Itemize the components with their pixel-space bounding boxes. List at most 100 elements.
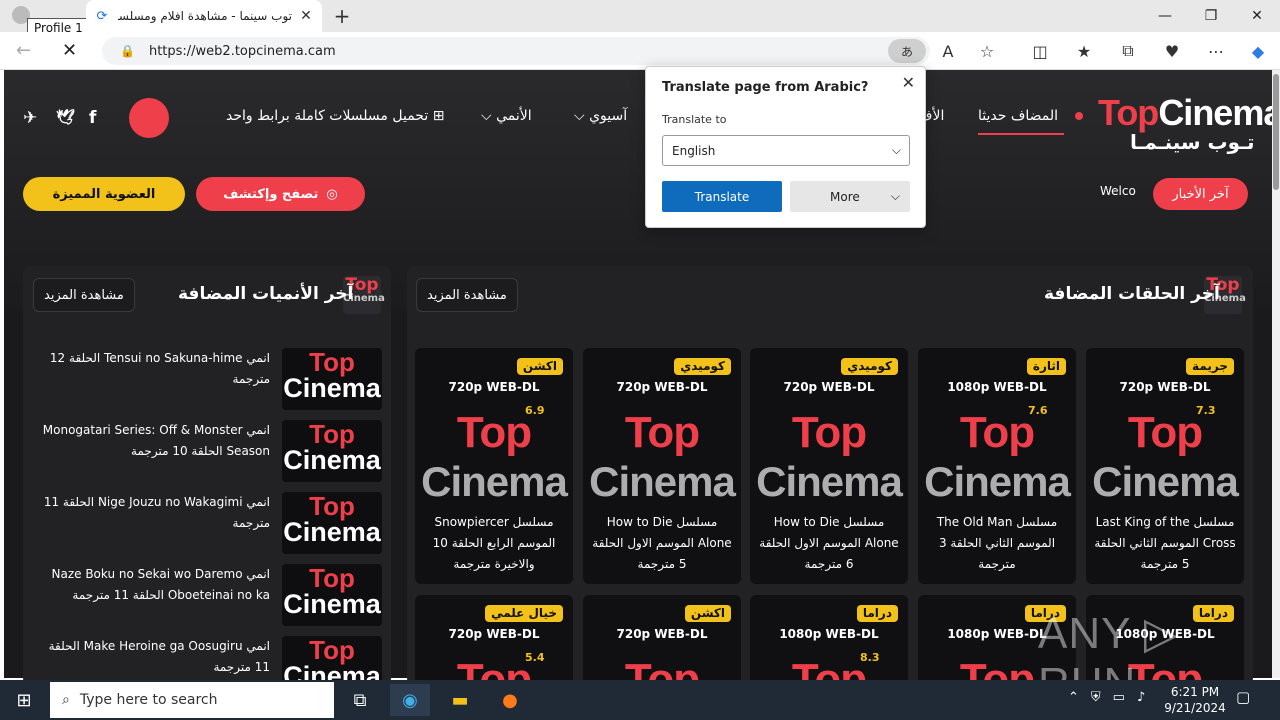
- tab-close-icon[interactable]: ✕: [298, 8, 314, 24]
- thumb-logo-bottom: Cinema: [283, 373, 381, 403]
- anime-title[interactable]: انمي Naze Boku no Sekai wo Daremo Oboete…: [34, 564, 271, 606]
- firefox-icon[interactable]: ●: [490, 684, 530, 716]
- anime-thumbnail[interactable]: Top Cinema: [282, 492, 382, 554]
- genre-badge: كوميدي: [674, 358, 731, 375]
- episode-card[interactable]: خيال علمي720p WEB-DL5.4TopCinema: [415, 595, 573, 685]
- more-menu-icon[interactable]: ⋯: [1204, 40, 1228, 62]
- more-options-button[interactable]: More ⌵: [790, 181, 910, 212]
- translate-icon[interactable]: あ: [888, 39, 926, 63]
- restore-button[interactable]: ❐: [1188, 0, 1234, 32]
- favorite-star-icon[interactable]: ☆: [975, 40, 999, 62]
- thumb-logo-bottom: Cinema: [283, 445, 381, 475]
- notification-icon[interactable]: ▢: [1236, 688, 1250, 706]
- genre-badge: كوميدي: [841, 358, 898, 375]
- browse-label: تصفح وإكتشف: [223, 186, 319, 202]
- chevron-up-icon[interactable]: ⌃: [1068, 690, 1079, 705]
- logo-arabic: تـوب سينـمـا: [1130, 130, 1255, 154]
- favorites-icon[interactable]: ★: [1072, 40, 1096, 62]
- browse-button[interactable]: تصفح وإكتشف ◎: [196, 177, 365, 211]
- poster-logo-bottom: Cinema: [756, 458, 903, 505]
- security-icon[interactable]: ⛨: [1091, 690, 1101, 705]
- thumb-logo-top: Top: [309, 348, 355, 377]
- nav-anime[interactable]: ⌵ الأنمي: [481, 108, 532, 124]
- nav-recently-added[interactable]: المضاف حديثا: [978, 108, 1058, 124]
- language-select[interactable]: English ⌵: [662, 135, 910, 166]
- anime-more-button[interactable]: مشاهدة المزيد: [33, 278, 135, 312]
- episode-title: مسلسل Snowpiercer الموسم الرابع الحلقة 1…: [432, 515, 556, 571]
- quality-label: 720p WEB-DL: [1119, 380, 1211, 394]
- download-icon: ⊞: [432, 108, 445, 124]
- anime-list-item[interactable]: Top Cinema انمي Nige Jouzu no Wakagimi الح…: [34, 492, 382, 556]
- poster-logo-bottom: Cinema: [924, 458, 1071, 505]
- read-aloud-icon[interactable]: A: [936, 40, 960, 62]
- anime-list-item[interactable]: Top Cinema انمي Tensui no Sakuna-hime الحل…: [34, 348, 382, 412]
- news-ticker: Welco: [1100, 184, 1136, 198]
- nav-download-series[interactable]: تحميل مسلسلات كاملة برابط واحد ⊞: [226, 108, 444, 124]
- stop-loading-icon[interactable]: ✕: [62, 40, 77, 61]
- url-field[interactable]: 🔒 https://web2.topcinema.cam: [102, 37, 930, 65]
- close-window-button[interactable]: ✕: [1234, 0, 1280, 32]
- episode-card[interactable]: اثارة 1080p WEB-DL 7.6 Top Cinema مسلسل The O…: [918, 348, 1076, 584]
- membership-button[interactable]: العضوية المميزة: [23, 177, 185, 211]
- poster-logo-top: Top: [456, 408, 532, 457]
- episode-title: مسلسل How to Die Alone الموسم الاول الحل…: [759, 515, 899, 571]
- scrollbar-thumb[interactable]: [1273, 74, 1279, 190]
- anime-list-item[interactable]: Top Cinema انمي Naze Boku no Sekai wo Dare…: [34, 564, 382, 628]
- twitter-icon[interactable]: 🕊: [56, 108, 75, 126]
- episode-card[interactable]: كوميدي 720p WEB-DL Top Cinema مسلسل How to D…: [750, 348, 908, 584]
- volume-icon[interactable]: ♪: [1137, 690, 1145, 705]
- close-icon[interactable]: ✕: [902, 73, 915, 92]
- new-tab-button[interactable]: +: [330, 4, 354, 28]
- user-avatar[interactable]: [129, 98, 169, 138]
- site-logo[interactable]: TopCinema: [1098, 92, 1280, 134]
- episode-card[interactable]: دراما1080p WEB-DL8.3TopCinema: [750, 595, 908, 685]
- anime-title[interactable]: انمي Tensui no Sakuna-hime الحلقة 12 متر…: [34, 348, 270, 390]
- anime-list-item[interactable]: Top Cinema انمي Monogatari Series: Off & M…: [34, 420, 382, 484]
- nav-asian[interactable]: ⌵ آسيوي: [574, 108, 627, 124]
- clock-date: 9/21/2024: [1164, 701, 1226, 715]
- chevron-down-icon: ⌵: [481, 108, 492, 124]
- network-icon[interactable]: ▭: [1113, 690, 1125, 705]
- episodes-more-button[interactable]: مشاهدة المزيد: [416, 278, 518, 312]
- anime-title[interactable]: انمي Monogatari Series: Off & Monster Se…: [34, 420, 270, 462]
- thumb-logo-top: Top: [309, 420, 355, 449]
- edge-icon[interactable]: ◉: [390, 684, 430, 716]
- episode-card[interactable]: اكشن720p WEB-DLTopCinema: [583, 595, 741, 685]
- genre-badge: اكشن: [516, 358, 563, 375]
- latest-news-button[interactable]: آخر الأخبار: [1153, 178, 1248, 210]
- taskbar-search[interactable]: ⌕ Type here to search: [50, 682, 334, 718]
- task-view-icon[interactable]: ⧉: [340, 684, 380, 716]
- anime-thumbnail[interactable]: Top Cinema: [282, 348, 382, 410]
- anime-thumbnail[interactable]: Top Cinema: [282, 420, 382, 482]
- episode-card[interactable]: جريمة 720p WEB-DL 7.3 Top Cinema مسلسل Last K…: [1086, 348, 1244, 584]
- clock-time: 6:21 PM: [1170, 685, 1220, 699]
- anime-title[interactable]: انمي Nige Jouzu no Wakagimi الحلقة 11 مت…: [34, 492, 270, 534]
- window-controls: — ❐ ✕: [1142, 0, 1280, 32]
- episode-card[interactable]: كوميدي 720p WEB-DL Top Cinema مسلسل How to D…: [583, 348, 741, 584]
- minimize-button[interactable]: —: [1142, 0, 1188, 32]
- episode-card[interactable]: اكشن 720p WEB-DL 6.9 Top Cinema مسلسل Snowpie…: [415, 348, 573, 584]
- browser-tab[interactable]: ⟳ توب سينما - مشاهدة افلام ومسلسلات ✕: [86, 0, 322, 32]
- windows-start-icon[interactable]: ⊞: [0, 680, 48, 720]
- poster-logo-top: Top: [959, 408, 1035, 457]
- poster-logo-top: Top: [791, 408, 867, 457]
- compass-icon: ◎: [326, 186, 338, 202]
- file-explorer-icon[interactable]: ▬: [440, 684, 480, 716]
- quality-label: 720p WEB-DL: [783, 380, 875, 394]
- anime-thumbnail[interactable]: Top Cinema: [282, 564, 382, 626]
- collections-icon[interactable]: ⧉: [1116, 40, 1140, 62]
- facebook-icon[interactable]: f: [89, 108, 96, 128]
- telegram-icon[interactable]: ✈: [23, 108, 37, 128]
- split-screen-icon[interactable]: ◫: [1028, 40, 1052, 62]
- taskbar-clock[interactable]: 6:21 PM 9/21/2024: [1160, 684, 1230, 716]
- genre-badge: جريمة: [1186, 358, 1234, 375]
- thumb-logo-bottom: Cinema: [283, 517, 381, 547]
- episode-title: مسلسل The Old Man الموسم الثاني الحلقة 3…: [936, 515, 1058, 571]
- back-icon[interactable]: ←: [16, 40, 31, 61]
- anime-title[interactable]: انمي Make Heroine ga Oosugiru الحلقة 11 …: [34, 636, 270, 678]
- copilot-icon[interactable]: ◆: [1246, 40, 1270, 62]
- translate-button[interactable]: Translate: [662, 181, 782, 212]
- performance-icon[interactable]: ♥: [1160, 40, 1184, 62]
- anime-section-title: آخر الأنميات المضافة: [178, 284, 354, 304]
- poster-logo-top: Top: [1127, 408, 1203, 457]
